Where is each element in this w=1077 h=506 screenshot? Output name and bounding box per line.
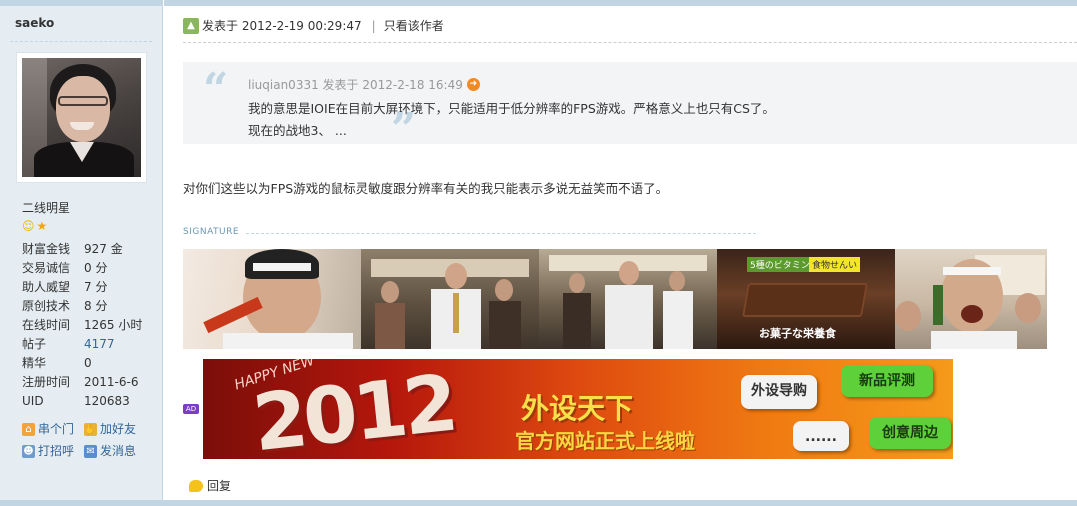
handshake-icon: ✋ <box>84 422 98 436</box>
user-sidebar: saeko 二线明星 ☺ ★ 财富金钱 927 金 交易诚信 0 分 助人威望 … <box>0 0 163 506</box>
signature-frame <box>895 249 1047 349</box>
quote-source: liuqian0331 发表于 2012-2-18 16:49 <box>248 78 463 92</box>
goto-arrow-icon[interactable]: ➜ <box>466 78 480 91</box>
open-quote-icon: “ <box>203 64 229 115</box>
stat-value: 0 <box>84 356 92 370</box>
signature-image[interactable]: 5種のビタミン 食物せんい お菓子な栄養食 <box>183 249 1047 349</box>
quote-line: 我的意思是IOIE在目前大屏环境下，只能适用于低分辨率的FPS游戏。严格意义上也… <box>248 101 775 116</box>
sidebar-top-border <box>0 0 162 6</box>
post-header: ▲ 发表于 2012-2-19 00:29:47 | 只看该作者 <box>183 17 444 34</box>
divider <box>10 41 152 42</box>
avatar-frame[interactable] <box>16 52 147 183</box>
banner-bubble: 外设导购 <box>741 375 817 409</box>
stat-value: 1265 小时 <box>84 318 143 332</box>
stat-value: 7 分 <box>84 280 108 294</box>
banner-bubble: ...... <box>793 421 849 451</box>
message-label[interactable]: 发消息 <box>100 440 136 462</box>
stat-value: 0 分 <box>84 261 108 275</box>
signature-divider <box>246 233 756 234</box>
reply-icon <box>189 479 203 492</box>
stat-label: 原创技术 <box>22 299 71 313</box>
stat-row: 助人威望 7 分 <box>22 278 142 297</box>
message-link[interactable]: ✉ 发消息 <box>84 440 136 462</box>
signature-frame <box>539 249 717 349</box>
stat-row: 财富金钱 927 金 <box>22 240 142 259</box>
ad-banner[interactable]: HAPPY NEW 2012 外设天下 官方网站正式上线啦 外设导购 新品评测 … <box>203 359 953 459</box>
strip-tag: 食物せんい <box>809 257 861 272</box>
stat-row: 交易诚信 0 分 <box>22 259 142 278</box>
banner-subtitle: 官方网站正式上线啦 <box>515 429 695 453</box>
username[interactable]: saeko <box>15 16 54 30</box>
stat-value: 8 分 <box>84 299 108 313</box>
post-main: ▲ 发表于 2012-2-19 00:29:47 | 只看该作者 “ liuqi… <box>164 0 1077 506</box>
stat-row: 精华 0 <box>22 354 142 373</box>
author-only-link[interactable]: 只看该作者 <box>384 17 444 34</box>
quote-block: “ liuqian0331 发表于 2012-2-18 16:49 ➜ 我的意思… <box>183 62 1077 155</box>
stat-value: 927 金 <box>84 242 123 256</box>
ad-badge: AD <box>183 404 199 414</box>
stat-row: 帖子 4177 <box>22 335 142 354</box>
online-status-icon: ▲ <box>183 17 199 34</box>
banner-title: 外设天下 <box>521 392 634 425</box>
poke-icon: ☻ <box>22 444 35 458</box>
stat-row: 注册时间 2011-6-6 <box>22 373 142 392</box>
strip-caption: お菓子な栄養食 <box>759 327 836 340</box>
stat-label: 助人威望 <box>22 280 71 294</box>
stat-label: 精华 <box>22 356 47 370</box>
user-actions: ⌂ 串个门 ✋ 加好友 ☻ 打招呼 ✉ 发消息 <box>22 418 136 462</box>
add-friend-link[interactable]: ✋ 加好友 <box>84 418 136 440</box>
signature-frame <box>361 249 539 349</box>
bottom-border <box>0 500 1077 506</box>
stat-row: UID 120683 <box>22 392 142 411</box>
stat-label: 帖子 <box>22 337 47 351</box>
smiley-icon: ☺ <box>22 219 35 233</box>
post-count-link[interactable]: 4177 <box>84 335 115 354</box>
envelope-icon: ✉ <box>84 444 98 458</box>
rank-icons: ☺ ★ <box>22 219 47 233</box>
visit-label[interactable]: 串个门 <box>38 418 74 440</box>
stat-row: 在线时间 1265 小时 <box>22 316 142 335</box>
banner-bubble: 创意周边 <box>869 417 951 449</box>
strip-tag: 5種のビタミン <box>747 257 813 272</box>
visit-link[interactable]: ⌂ 串个门 <box>22 418 74 440</box>
quote-header: liuqian0331 发表于 2012-2-18 16:49 ➜ <box>248 76 480 93</box>
reply-button[interactable]: 回复 <box>189 477 231 494</box>
poke-label[interactable]: 打招呼 <box>38 440 74 462</box>
avatar[interactable] <box>22 58 141 177</box>
banner-bubble: 新品评测 <box>841 365 933 397</box>
home-icon: ⌂ <box>22 422 35 436</box>
signature-frame: 5種のビタミン 食物せんい お菓子な栄養食 <box>717 249 895 349</box>
stat-label: 注册时间 <box>22 375 71 389</box>
post-timestamp: 发表于 2012-2-19 00:29:47 <box>202 19 362 33</box>
user-rank: 二线明星 <box>22 201 71 215</box>
stat-label: 在线时间 <box>22 318 71 332</box>
star-icon: ★ <box>36 219 48 233</box>
reply-label[interactable]: 回复 <box>207 477 231 494</box>
divider <box>183 42 1077 43</box>
add-friend-label[interactable]: 加好友 <box>100 418 136 440</box>
close-quote-icon: ” <box>391 104 417 155</box>
quote-line: 现在的战地3、 ... <box>248 123 347 138</box>
stat-label: UID <box>22 394 44 408</box>
separator: | <box>371 18 376 33</box>
stat-label: 交易诚信 <box>22 261 71 275</box>
stat-row: 原创技术 8 分 <box>22 297 142 316</box>
stat-label: 财富金钱 <box>22 242 71 256</box>
stat-value: 2011-6-6 <box>84 375 139 389</box>
post-top-border <box>164 0 1077 6</box>
user-stats: 财富金钱 927 金 交易诚信 0 分 助人威望 7 分 原创技术 8 分 在线… <box>22 240 142 411</box>
signature-label: SIGNATURE <box>183 227 240 237</box>
poke-link[interactable]: ☻ 打招呼 <box>22 440 74 462</box>
post-content: 对你们这些以为FPS游戏的鼠标灵敏度跟分辨率有关的我只能表示多说无益笑而不语了。 <box>183 181 669 196</box>
stat-value: 120683 <box>84 394 130 408</box>
signature-frame <box>183 249 361 349</box>
